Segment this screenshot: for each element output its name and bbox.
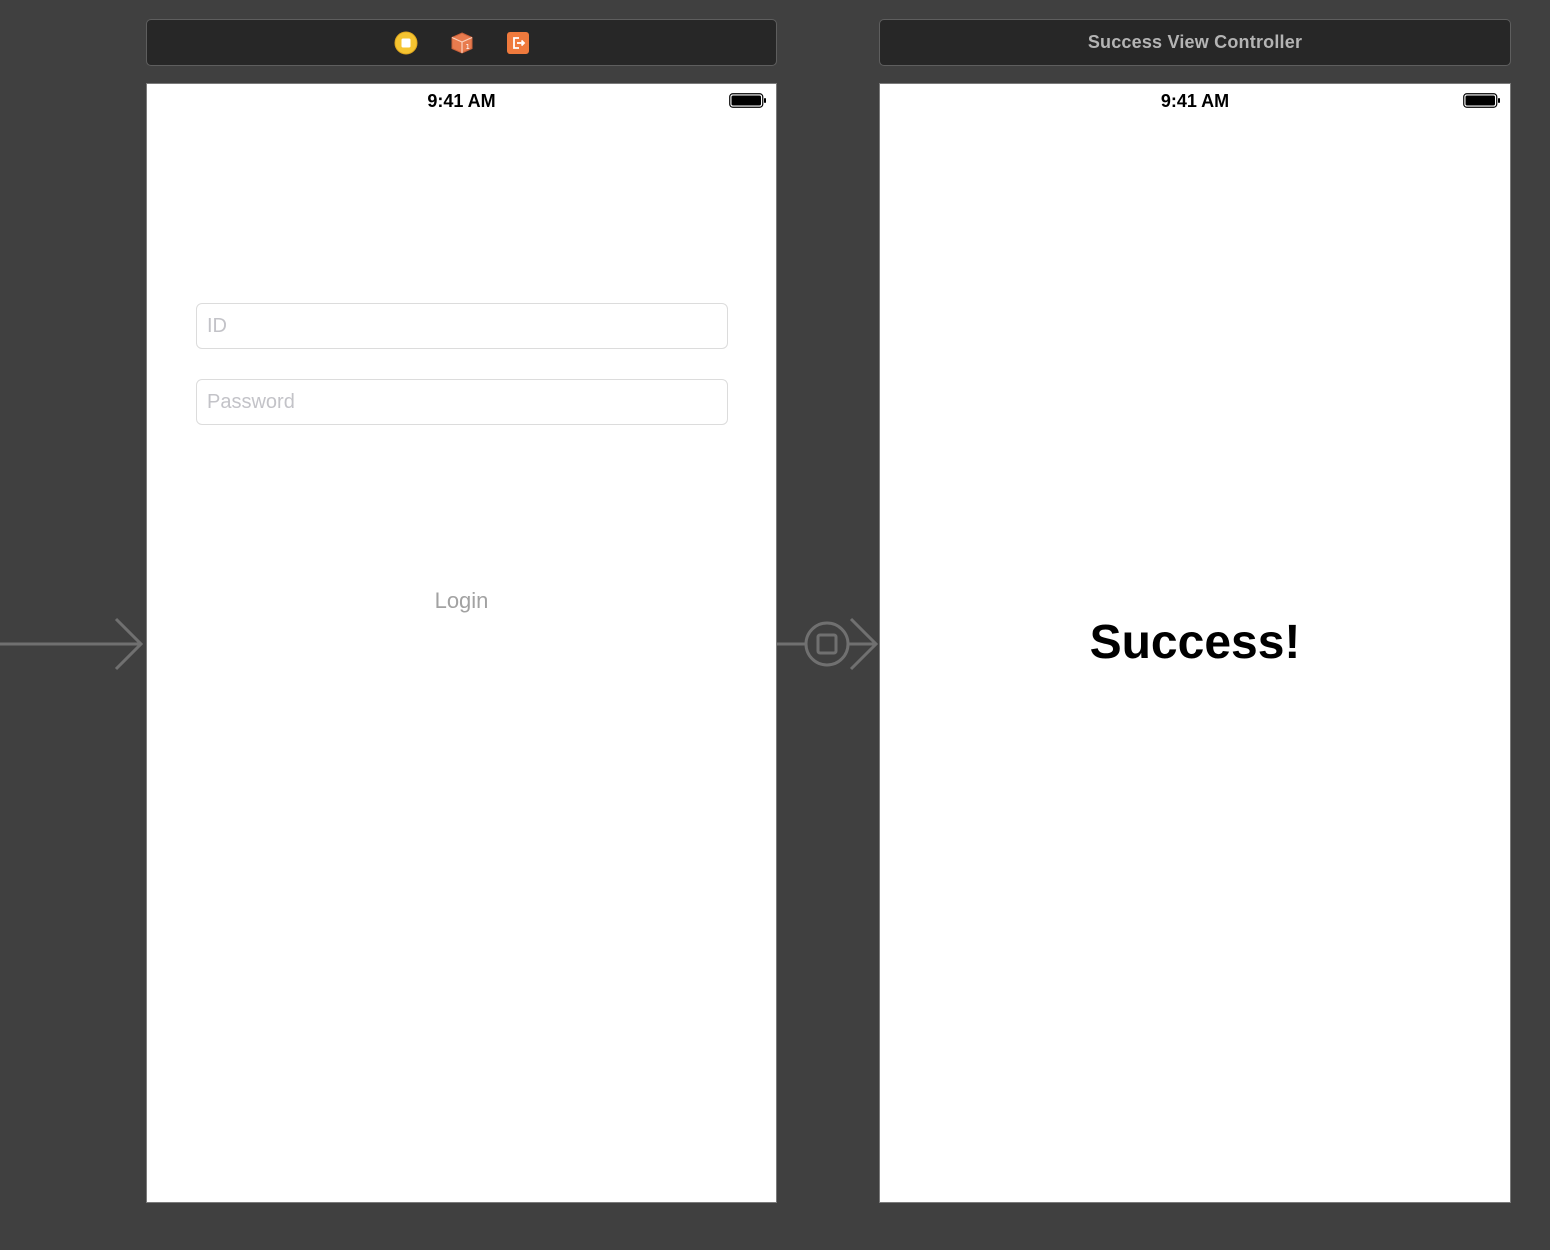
success-scene-dock[interactable]: Success View Controller bbox=[879, 19, 1511, 66]
status-bar-time: 9:41 AM bbox=[427, 91, 496, 111]
exit-icon[interactable] bbox=[506, 31, 530, 55]
success-label: Success! bbox=[1089, 616, 1301, 669]
battery-icon bbox=[1463, 93, 1500, 108]
login-scene-view[interactable]: 9:41 AM Login bbox=[146, 83, 777, 1203]
success-scene-view[interactable]: 9:41 AM Success! bbox=[879, 83, 1511, 1203]
login-button[interactable]: Login bbox=[392, 581, 532, 621]
id-field[interactable] bbox=[196, 303, 728, 349]
storyboard-canvas[interactable]: 1 9:41 AM Login Success View bbox=[0, 0, 1550, 1250]
view-controller-icon[interactable] bbox=[394, 31, 418, 55]
scene-dock-icons: 1 bbox=[394, 31, 530, 55]
login-scene-dock[interactable]: 1 bbox=[146, 19, 777, 66]
status-bar-time: 9:41 AM bbox=[1160, 91, 1230, 111]
password-field[interactable] bbox=[196, 379, 728, 425]
svg-text:1: 1 bbox=[465, 43, 469, 51]
scene-title: Success View Controller bbox=[1087, 32, 1303, 52]
battery-icon bbox=[729, 93, 766, 108]
segue-connector[interactable] bbox=[777, 614, 879, 674]
initial-view-controller-arrow[interactable] bbox=[0, 614, 146, 674]
first-responder-icon[interactable]: 1 bbox=[450, 31, 474, 55]
